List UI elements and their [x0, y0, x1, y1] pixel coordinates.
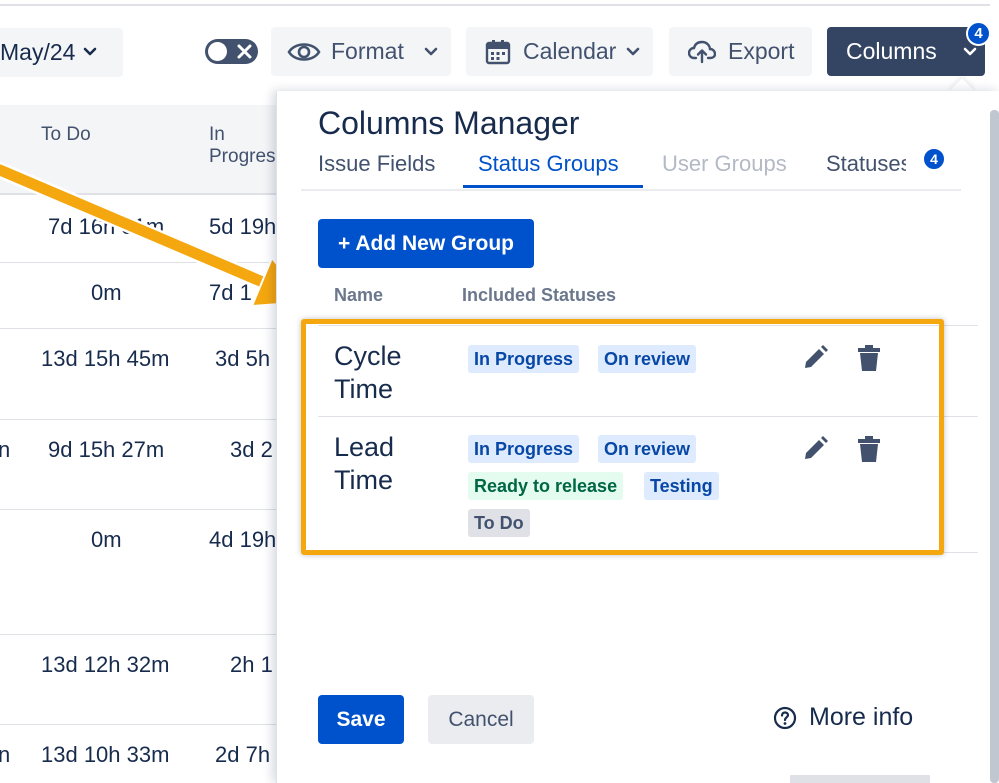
columns-button[interactable]: Columns — [827, 27, 985, 76]
statuses-count-badge: 4 — [922, 147, 946, 171]
format-button-label: Format — [331, 38, 404, 64]
chevron-down-icon — [424, 47, 438, 55]
tab-issue-fields[interactable]: Issue Fields — [318, 151, 435, 177]
table-row: n 9d 15h 27m 3d 2 — [0, 420, 300, 510]
table-row: 13d 12h 32m 2h 1 — [0, 635, 300, 725]
tab-user-groups: User Groups — [662, 151, 787, 176]
status-tag: On review — [598, 435, 697, 463]
format-button[interactable]: Format — [271, 27, 451, 76]
table-cell: 13d 15h 45m — [41, 346, 170, 371]
table-cell: 3d 2 — [230, 437, 273, 462]
scrollbar[interactable] — [990, 110, 999, 783]
dialog-title: Columns Manager — [318, 105, 580, 141]
more-info-label: More info — [809, 703, 914, 731]
export-button-label: Export — [728, 38, 795, 64]
top-divider — [0, 4, 990, 6]
table-row: 13d 15h 45m 3d 5h — [0, 329, 300, 420]
tab-statuses[interactable]: Statuses — [826, 151, 906, 177]
table-cell: 2d 7h — [215, 742, 271, 767]
toggle-knob — [208, 42, 227, 61]
row-divider — [318, 552, 978, 553]
close-icon — [237, 44, 252, 59]
calendar-button-label: Calendar — [523, 38, 617, 64]
chevron-down-icon — [627, 47, 640, 55]
cloud-upload-icon — [688, 40, 716, 63]
table-row: n 13d 10h 33m 2d 7h — [0, 725, 300, 783]
group-name-lead-time: Lead Time — [334, 432, 395, 495]
table-cell: n — [0, 437, 11, 462]
add-new-group-button[interactable]: + Add New Group — [318, 219, 534, 268]
columns-manager-dialog: Columns Manager Issue Fields Status Grou… — [276, 91, 999, 783]
table-cell: 13d 12h 32m — [41, 652, 170, 677]
edit-icon[interactable] — [800, 343, 830, 373]
eye-icon — [287, 42, 321, 61]
trash-icon[interactable] — [854, 343, 884, 373]
date-select-value: May/24 — [0, 39, 76, 65]
table-cell: 13d 10h 33m — [41, 742, 170, 767]
table-cell: 4d 19h — [209, 527, 277, 552]
status-tag: To Do — [468, 509, 530, 537]
row-divider — [318, 416, 978, 417]
tab-status-groups[interactable]: Status Groups — [478, 151, 619, 177]
tab-bar: Issue Fields Status Groups User Groups S… — [301, 147, 961, 191]
bottom-scroll-area — [790, 775, 930, 783]
table-cell: 0m — [91, 527, 122, 552]
table-cell: 2h 1 — [230, 652, 273, 677]
table-cell: n — [0, 742, 11, 767]
calendar-button[interactable]: Calendar — [466, 27, 653, 76]
chevron-down-icon — [83, 47, 97, 56]
table-cell: 9d 15h 27m — [48, 437, 165, 462]
toggle-switch[interactable] — [205, 39, 258, 64]
trash-icon[interactable] — [854, 434, 884, 464]
status-tag: In Progress — [468, 345, 580, 373]
column-header-name: Name — [334, 285, 384, 305]
status-tag: On review — [598, 345, 697, 373]
save-button[interactable]: Save — [318, 695, 404, 744]
columns-count-badge: 4 — [966, 21, 991, 46]
row-divider — [318, 325, 978, 326]
columns-button-label: Columns — [846, 38, 937, 64]
cancel-button[interactable]: Cancel — [428, 695, 534, 744]
table-cell: 3d 5h — [215, 346, 271, 371]
active-tab-indicator — [463, 185, 643, 188]
column-header-todo[interactable]: To Do — [41, 124, 91, 146]
status-tag: Ready to release — [468, 472, 624, 500]
status-tag: Testing — [644, 472, 719, 500]
chevron-down-icon — [963, 47, 977, 55]
status-tag: In Progress — [468, 435, 580, 463]
group-name-cycle-time: Cycle Time — [334, 341, 402, 404]
more-info-link[interactable]: More info — [773, 703, 913, 732]
column-header-included-statuses: Included Statuses — [462, 285, 617, 305]
table-row: 0m 4d 19h — [0, 510, 300, 635]
help-circle-icon — [773, 706, 797, 729]
edit-icon[interactable] — [800, 434, 830, 464]
export-button[interactable]: Export — [669, 27, 812, 76]
calendar-icon — [485, 39, 511, 64]
annotation-arrow-icon — [0, 162, 309, 308]
date-select[interactable]: May/24 — [0, 28, 123, 77]
